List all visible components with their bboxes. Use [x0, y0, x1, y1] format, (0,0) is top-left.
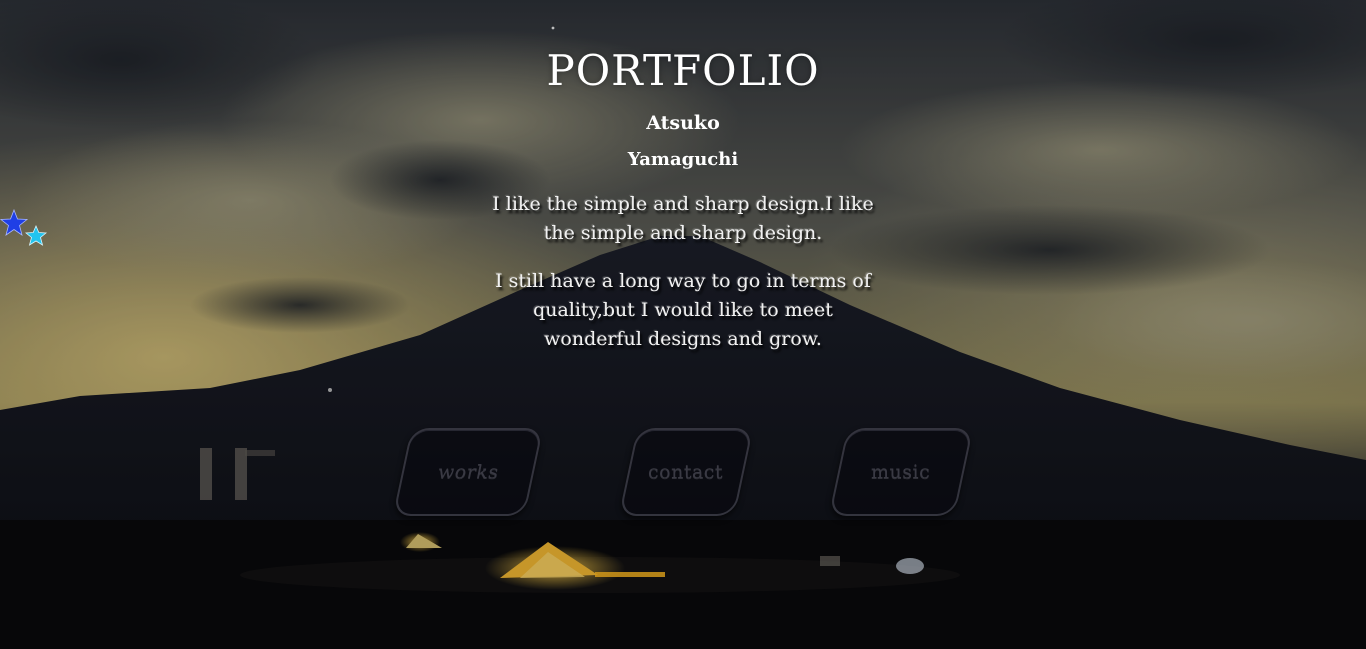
bio-paragraph-1: I like the simple and sharp design.I lik… — [492, 193, 874, 244]
star-decoration — [0, 208, 48, 246]
contact-button-label: contact — [648, 461, 724, 483]
music-button[interactable]: music — [828, 428, 974, 516]
star-icon-cyan — [24, 224, 48, 246]
page-title: PORTFOLIO — [546, 46, 820, 95]
author-last-name: Yamaguchi — [627, 149, 739, 170]
music-button-label: music — [871, 461, 931, 483]
author-first-name: Atsuko — [646, 112, 720, 134]
bio-paragraph-2: I still have a long way to go in terms o… — [495, 270, 871, 350]
contact-button[interactable]: contact — [618, 428, 754, 516]
portfolio-page: PORTFOLIO Atsuko Yamaguchi I like the si… — [0, 0, 1366, 649]
works-button[interactable]: works — [392, 428, 544, 516]
star-icon-blue — [0, 208, 29, 236]
works-button-label: works — [437, 461, 499, 483]
